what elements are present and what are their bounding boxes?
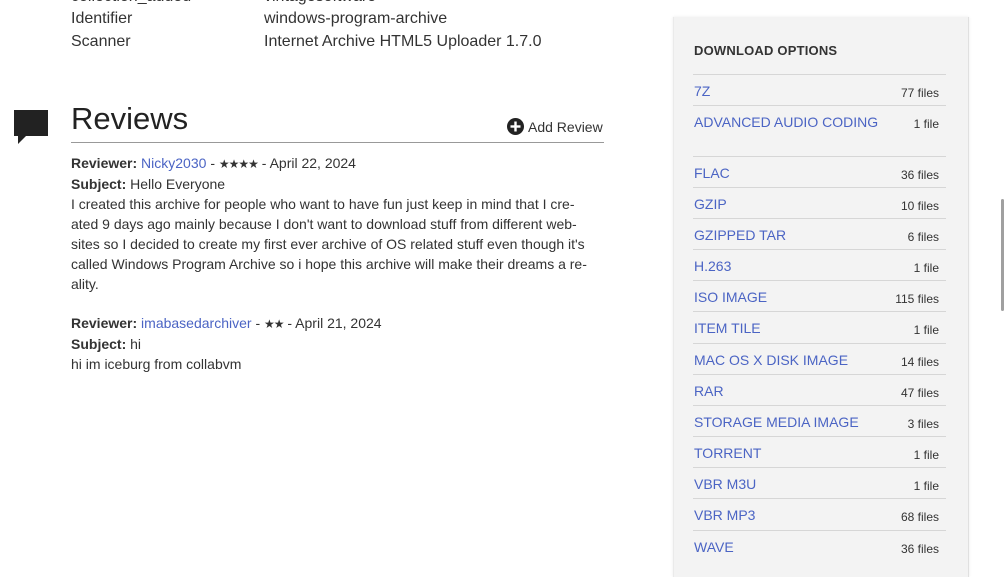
download-option-link[interactable]: RAR xyxy=(694,383,724,399)
review-separator: - xyxy=(210,155,215,171)
download-option-mac-os-x-disk-image[interactable]: MAC OS X DISK IMAGE 14 files xyxy=(693,343,946,375)
reviewer-link[interactable]: Nicky2030 xyxy=(141,155,206,171)
review-header: Reviewer: imabasedarchiver - ★★ - April … xyxy=(71,313,601,334)
file-count: 115 files xyxy=(895,292,939,306)
subject-label: Subject: xyxy=(71,336,127,352)
reviewer-label: Reviewer: xyxy=(71,315,138,331)
download-option-link[interactable]: FLAC xyxy=(694,165,730,181)
review-item: Reviewer: imabasedarchiver - ★★ - April … xyxy=(71,313,601,374)
file-count: 68 files xyxy=(900,510,939,524)
file-count: 77 files xyxy=(900,86,939,100)
download-option-link[interactable]: GZIP xyxy=(694,196,727,212)
review-body-line: hi im iceburg from collabvm xyxy=(71,356,242,372)
review-body-line: called Windows Program Archive so i hope… xyxy=(71,256,587,272)
file-count: 6 files xyxy=(907,230,939,244)
download-option-link[interactable]: 7Z xyxy=(694,83,710,99)
reviewer-link[interactable]: imabasedarchiver xyxy=(141,315,252,331)
download-option-link[interactable]: VBR MP3 xyxy=(694,507,755,523)
review-date: - April 21, 2024 xyxy=(287,315,382,331)
download-option-aac[interactable]: ADVANCED AUDIO CODING 1 file xyxy=(693,105,946,156)
download-option-link[interactable]: TORRENT xyxy=(694,445,761,461)
download-option-link[interactable]: MAC OS X DISK IMAGE xyxy=(694,352,848,368)
page-scrollbar[interactable] xyxy=(1001,199,1004,311)
subject-text: hi xyxy=(130,336,142,352)
review-item: Reviewer: Nicky2030 - ★★★★ - April 22, 2… xyxy=(71,153,601,294)
download-option-iso-image[interactable]: ISO IMAGE 115 files xyxy=(693,280,946,312)
file-count: 36 files xyxy=(900,168,939,182)
download-option-link[interactable]: ITEM TILE xyxy=(694,320,761,336)
review-body-line: ated 9 days ago mainly because I don't w… xyxy=(71,216,577,232)
download-option-rar[interactable]: RAR 47 files xyxy=(693,374,946,406)
file-count: 1 file xyxy=(913,117,939,131)
metadata-row-identifier: Identifier windows-program-archive xyxy=(71,10,447,28)
download-option-storage-media-image[interactable]: STORAGE MEDIA IMAGE 3 files xyxy=(693,405,946,437)
metadata-value: windows-program-archive xyxy=(264,10,448,27)
download-option-link[interactable]: WAVE xyxy=(694,539,734,555)
metadata-value: vintagesoftware xyxy=(264,0,376,6)
download-option-7z[interactable]: 7Z 77 files xyxy=(693,74,946,106)
file-count: 1 file xyxy=(913,261,939,275)
subject-text: Hello Everyone xyxy=(130,176,226,192)
download-option-link[interactable]: VBR M3U xyxy=(694,476,756,492)
download-option-wave[interactable]: WAVE 36 files xyxy=(693,530,946,562)
reviews-divider xyxy=(71,142,604,143)
reviewer-label: Reviewer: xyxy=(71,155,138,171)
review-date: - April 22, 2024 xyxy=(261,155,356,171)
review-separator: - xyxy=(255,315,261,331)
download-option-link[interactable]: H.263 xyxy=(694,258,731,274)
download-option-vbr-m3u[interactable]: VBR M3U 1 file xyxy=(693,467,946,499)
star-rating: ★★★★ xyxy=(218,157,259,171)
download-option-gzipped-tar[interactable]: GZIPPED TAR 6 files xyxy=(693,218,946,250)
download-option-torrent[interactable]: TORRENT 1 file xyxy=(693,436,946,468)
file-count: 3 files xyxy=(907,417,939,431)
download-option-link[interactable]: GZIPPED TAR xyxy=(694,227,786,243)
download-option-link[interactable]: STORAGE MEDIA IMAGE xyxy=(694,414,859,430)
review-header: Reviewer: Nicky2030 - ★★★★ - April 22, 2… xyxy=(71,153,601,174)
speech-bubble-icon xyxy=(14,110,48,144)
review-body-line: I created this archive for people who wa… xyxy=(71,196,575,212)
review-subject: Subject: Hello Everyone xyxy=(71,174,601,194)
download-option-item-tile[interactable]: ITEM TILE 1 file xyxy=(693,311,946,343)
metadata-label: Scanner xyxy=(71,33,131,50)
metadata-row-collection-added: collection_added vintagesoftware xyxy=(71,0,376,6)
download-option-vbr-mp3[interactable]: VBR MP3 68 files xyxy=(693,498,946,530)
download-option-flac[interactable]: FLAC 36 files xyxy=(693,156,946,188)
add-review-label: Add Review xyxy=(528,118,603,135)
file-count: 36 files xyxy=(900,542,939,556)
star-rating: ★★ xyxy=(264,317,284,331)
file-count: 1 file xyxy=(913,448,939,462)
download-option-h263[interactable]: H.263 1 file xyxy=(693,249,946,281)
review-body-line: sites so I decided to create my first ev… xyxy=(71,236,585,252)
download-option-gzip[interactable]: GZIP 10 files xyxy=(693,187,946,219)
file-count: 1 file xyxy=(913,479,939,493)
metadata-row-scanner: Scanner Internet Archive HTML5 Uploader … xyxy=(71,33,541,51)
metadata-label: collection_added xyxy=(71,0,191,5)
review-body: hi im iceburg from collabvm xyxy=(71,354,601,374)
reviews-heading: Reviews xyxy=(71,101,189,136)
download-options-panel: DOWNLOAD OPTIONS 7Z 77 files ADVANCED AU… xyxy=(673,17,969,577)
file-count: 14 files xyxy=(900,355,939,369)
plus-circle-icon xyxy=(507,118,524,135)
download-option-link[interactable]: ADVANCED AUDIO CODING xyxy=(694,114,878,130)
file-count: 47 files xyxy=(900,386,939,400)
review-body-line: ality. xyxy=(71,276,99,292)
file-count: 10 files xyxy=(900,199,939,213)
metadata-value: Internet Archive HTML5 Uploader 1.7.0 xyxy=(264,33,542,50)
file-count: 1 file xyxy=(913,323,939,337)
metadata-label: Identifier xyxy=(71,10,133,27)
review-body: I created this archive for people who wa… xyxy=(71,194,601,294)
download-option-link[interactable]: ISO IMAGE xyxy=(694,289,767,305)
subject-label: Subject: xyxy=(71,176,127,192)
download-options-title: DOWNLOAD OPTIONS xyxy=(694,43,838,58)
review-subject: Subject: hi xyxy=(71,334,601,354)
add-review-button[interactable]: Add Review xyxy=(507,118,603,135)
